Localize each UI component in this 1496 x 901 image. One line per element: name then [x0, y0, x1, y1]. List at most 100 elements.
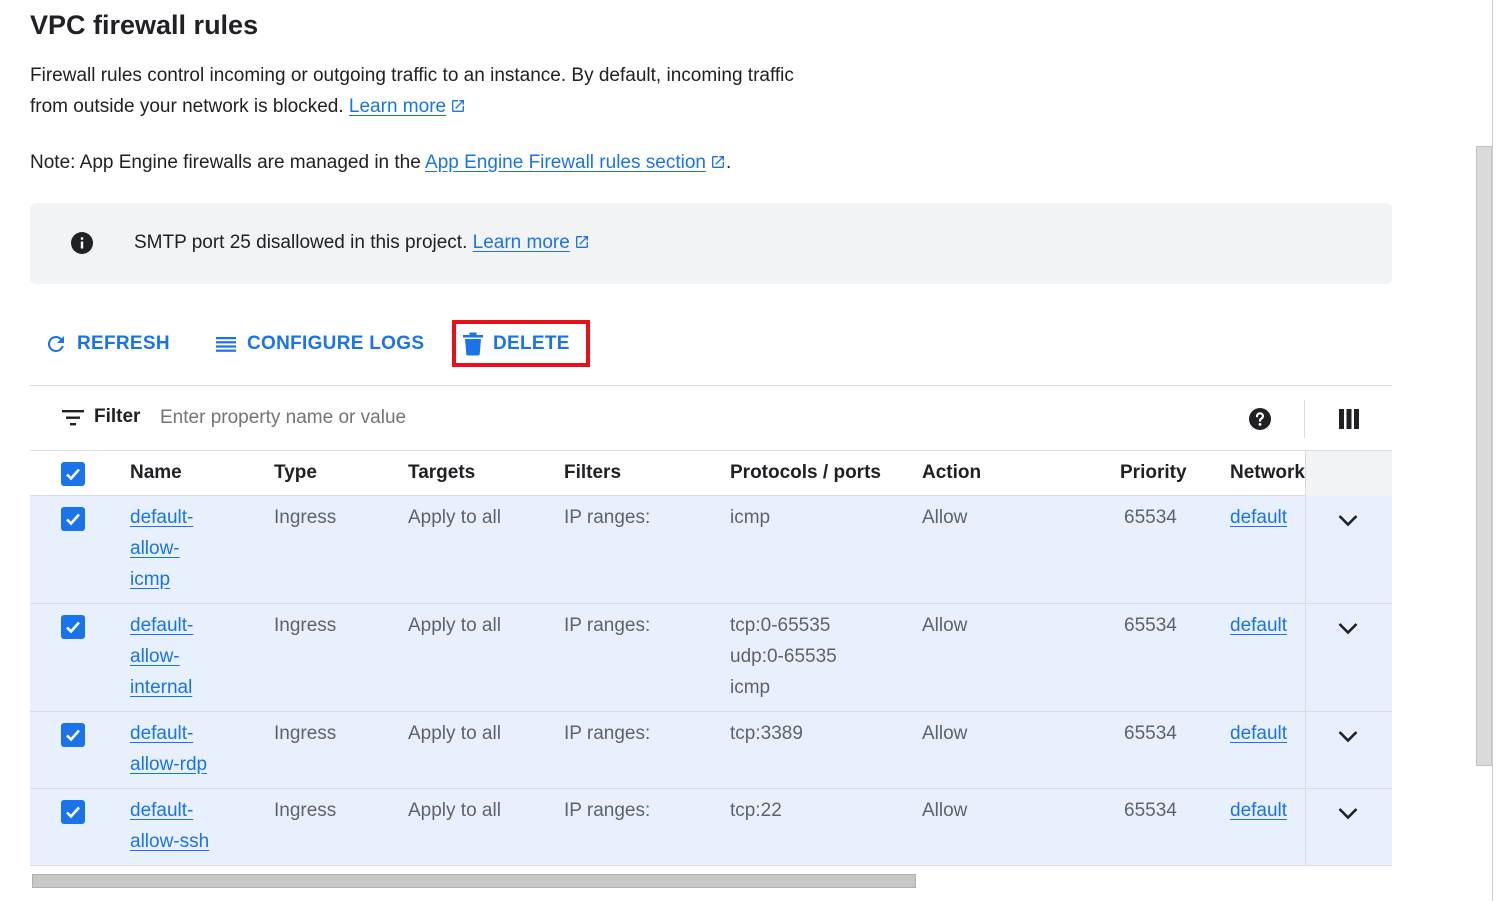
external-link-icon — [452, 100, 465, 112]
toolbar-divider — [1304, 400, 1305, 438]
rule-name-part: default- — [130, 800, 194, 821]
rule-type-cell: Ingress — [274, 615, 337, 636]
configure-logs-label: CONFIGURE LOGS — [247, 333, 425, 354]
rule-filters-cell: IP ranges: — [564, 507, 651, 528]
rule-name-cell: default-allow-internal — [130, 610, 220, 703]
row-checkbox[interactable] — [61, 723, 85, 747]
app-engine-firewall-label: App Engine Firewall rules section — [425, 152, 706, 173]
expand-row-button[interactable] — [1336, 616, 1360, 646]
rule-network-cell: default — [1230, 718, 1287, 749]
table-row[interactable]: default-allow-icmp Ingress Apply to all IP … — [30, 496, 1392, 604]
column-display-icon[interactable] — [1338, 409, 1360, 429]
rule-filters-cell: IP ranges: — [564, 615, 651, 636]
rule-protocols-cell: tcp:22 — [730, 795, 782, 826]
row-checkbox[interactable] — [61, 800, 85, 824]
rule-type-cell: Ingress — [274, 723, 337, 744]
configure-logs-button[interactable]: CONFIGURE LOGS — [214, 332, 424, 356]
row-checkbox[interactable] — [61, 507, 85, 531]
smtp-info-banner: SMTP port 25 disallowed in this project.… — [30, 203, 1392, 284]
banner-text: SMTP port 25 disallowed in this project. — [134, 232, 468, 253]
external-link-icon — [575, 236, 588, 248]
rule-targets-cell: Apply to all — [408, 723, 501, 744]
rule-protocols-cell: tcp:3389 — [730, 718, 803, 749]
table-header: Name Type Targets Filters Protocols / po… — [30, 451, 1392, 496]
rule-targets-cell: Apply to all — [408, 800, 501, 821]
chevron-down-icon — [1338, 808, 1358, 820]
chevron-down-icon — [1338, 623, 1358, 635]
horizontal-scroll-thumb[interactable] — [32, 874, 916, 888]
rule-protocols-cell: tcp:0-65535 udp:0-65535 icmp — [730, 610, 837, 703]
firewall-rules-page: VPC firewall rules Firewall rules contro… — [0, 0, 1496, 901]
filter-icon — [62, 410, 84, 426]
chevron-down-icon — [1338, 515, 1358, 527]
rule-name-part: default- — [130, 615, 194, 636]
checkmark-icon — [66, 621, 80, 634]
banner-learn-more-label: Learn more — [472, 232, 570, 253]
rule-name-part: internal — [130, 677, 193, 698]
refresh-button[interactable]: REFRESH — [44, 332, 170, 356]
network-link[interactable]: default — [1230, 723, 1287, 744]
rule-name-cell: default-allow-rdp — [130, 718, 220, 780]
filter-input[interactable] — [160, 402, 1060, 434]
page-title: VPC firewall rules — [30, 10, 259, 40]
rule-priority-cell: 65534 — [1124, 800, 1177, 821]
protocol-entry: icmp — [730, 507, 771, 528]
rule-name-part: default- — [130, 723, 194, 744]
help-icon[interactable] — [1248, 407, 1272, 431]
expand-row-button[interactable] — [1336, 724, 1360, 754]
column-header-targets[interactable]: Targets — [408, 462, 475, 484]
network-link[interactable]: default — [1230, 507, 1287, 528]
rule-network-cell: default — [1230, 610, 1287, 641]
select-all-checkbox[interactable] — [61, 462, 85, 486]
checkmark-icon — [66, 729, 80, 742]
rule-name-link[interactable]: default-allow-rdp — [130, 723, 207, 775]
rule-targets-cell: Apply to all — [408, 507, 501, 528]
row-checkbox[interactable] — [61, 615, 85, 639]
protocol-entry: icmp — [730, 677, 771, 698]
app-engine-firewall-link[interactable]: App Engine Firewall rules section — [425, 152, 706, 173]
column-header-protocols[interactable]: Protocols / ports — [730, 462, 881, 484]
table-row[interactable]: default-allow-ssh Ingress Apply to all IP r… — [30, 789, 1392, 866]
delete-label: DELETE — [493, 333, 570, 354]
rule-name-link[interactable]: default-allow-internal — [130, 615, 193, 698]
rule-type-cell: Ingress — [274, 800, 337, 821]
filter-label: Filter — [94, 406, 141, 427]
expand-row-button[interactable] — [1336, 508, 1360, 538]
column-header-priority[interactable]: Priority — [1120, 462, 1187, 484]
info-icon — [71, 232, 93, 254]
protocol-entry: tcp:22 — [730, 800, 782, 821]
note-prefix: Note: App Engine firewalls are managed i… — [30, 152, 421, 173]
rule-action-cell: Allow — [922, 615, 968, 636]
table-row[interactable]: default-allow-internal Ingress Apply to al… — [30, 604, 1392, 712]
vertical-scrollbar[interactable] — [1476, 146, 1492, 766]
column-header-type[interactable]: Type — [274, 462, 317, 484]
expand-row-button[interactable] — [1336, 801, 1360, 831]
network-link[interactable]: default — [1230, 800, 1287, 821]
delete-button[interactable]: DELETE — [462, 332, 570, 356]
horizontal-scrollbar[interactable] — [30, 874, 1392, 888]
banner-learn-more-link[interactable]: Learn more — [473, 232, 570, 253]
column-header-name[interactable]: Name — [130, 462, 182, 484]
column-header-network[interactable]: Network — [1230, 462, 1305, 484]
rule-action-cell: Allow — [922, 507, 968, 528]
refresh-label: REFRESH — [77, 333, 170, 354]
rule-name-part: allow- — [130, 646, 180, 667]
window-edge — [1492, 0, 1493, 901]
rule-network-cell: default — [1230, 502, 1287, 533]
rule-name-link[interactable]: default-allow-icmp — [130, 507, 193, 590]
learn-more-link[interactable]: Learn more — [349, 96, 446, 117]
rule-action-cell: Allow — [922, 723, 968, 744]
trash-icon — [463, 332, 483, 356]
column-header-filters[interactable]: Filters — [564, 462, 621, 484]
note-suffix: . — [725, 152, 732, 173]
checkmark-icon — [66, 468, 80, 481]
rule-name-link[interactable]: default-allow-ssh — [130, 800, 209, 852]
network-link[interactable]: default — [1230, 615, 1287, 636]
protocol-entry: tcp:0-65535 — [730, 615, 831, 636]
column-header-action[interactable]: Action — [922, 462, 981, 484]
learn-more-label: Learn more — [348, 96, 447, 117]
checkmark-icon — [66, 513, 80, 526]
table-row[interactable]: default-allow-rdp Ingress Apply to all IP r… — [30, 712, 1392, 789]
rule-priority-cell: 65534 — [1124, 507, 1177, 528]
protocol-entry: udp:0-65535 — [730, 646, 837, 667]
